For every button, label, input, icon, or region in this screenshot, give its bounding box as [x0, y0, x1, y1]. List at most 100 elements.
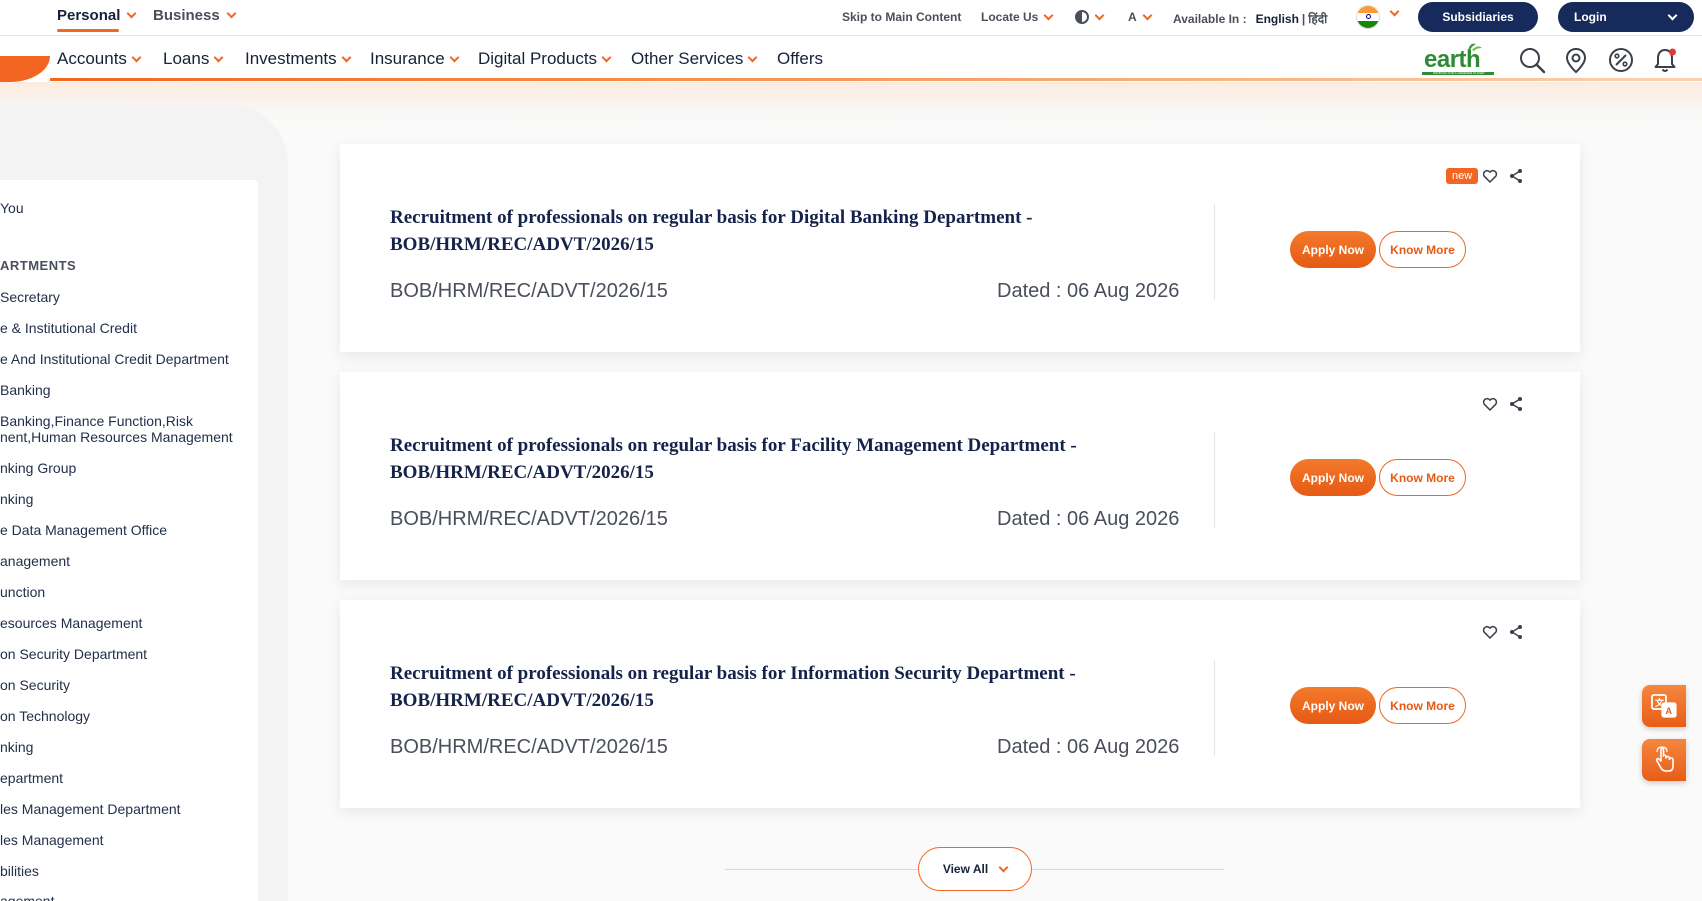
nav-item-investments[interactable]: Investments — [245, 49, 352, 69]
search-icon[interactable] — [1518, 46, 1546, 74]
translate-button[interactable]: 文 A — [1642, 685, 1686, 727]
earth-logo-tagline: BANKING FOR A GREENER PLANET — [1433, 71, 1485, 75]
nav-item-other-services[interactable]: Other Services — [631, 49, 758, 69]
sidebar-item[interactable]: anagement — [0, 553, 70, 569]
font-size-label: A — [1128, 10, 1137, 24]
sidebar-item[interactable]: You — [0, 200, 24, 216]
locate-us-dropdown[interactable]: Locate Us — [981, 10, 1054, 24]
sidebar-item[interactable]: on Technology — [0, 708, 90, 724]
sidebar-item[interactable]: les Management Department — [0, 801, 181, 817]
heart-icon[interactable] — [1482, 624, 1498, 640]
sidebar-item[interactable]: esources Management — [0, 615, 142, 631]
job-title[interactable]: Recruitment of professionals on regular … — [390, 660, 1150, 714]
job-title[interactable]: Recruitment of professionals on regular … — [390, 432, 1150, 486]
chevron-down-icon — [747, 52, 758, 62]
heart-icon[interactable] — [1482, 168, 1498, 184]
chevron-down-icon — [998, 862, 1009, 872]
apply-now-button[interactable]: Apply Now — [1290, 231, 1376, 268]
lang-separator: | — [1301, 11, 1306, 26]
sidebar-item[interactable]: nking — [0, 491, 33, 507]
segment-business-label: Business — [153, 7, 220, 24]
nav-item-label: Other Services — [631, 49, 744, 68]
sidebar-item[interactable]: e And Institutional Credit Department — [0, 351, 229, 367]
lang-hindi-link[interactable]: हिंदी — [1308, 10, 1327, 27]
sidebar-item[interactable]: Secretary — [0, 289, 60, 305]
card-divider — [1214, 204, 1215, 300]
sidebar-item[interactable]: agement — [0, 893, 54, 901]
sidebar-item[interactable]: nking — [0, 739, 33, 755]
job-date: Dated : 06 Aug 2026 — [997, 508, 1180, 530]
lang-english-link[interactable]: English — [1256, 12, 1299, 26]
chevron-down-icon — [1142, 10, 1153, 20]
nav-item-label: Loans — [163, 49, 210, 68]
sidebar-item[interactable]: nking Group — [0, 460, 76, 476]
nav-item-accounts[interactable]: Accounts — [57, 49, 142, 69]
sidebar-item[interactable]: bilities — [0, 863, 39, 879]
locate-us-label: Locate Us — [981, 10, 1039, 24]
nav-item-label: Insurance — [370, 49, 445, 68]
skip-to-main-label: Skip to Main Content — [842, 10, 962, 24]
chevron-down-icon — [213, 52, 224, 62]
sidebar-item[interactable]: unction — [0, 584, 45, 600]
touch-assist-button[interactable] — [1642, 739, 1686, 781]
share-icon[interactable] — [1509, 624, 1523, 640]
view-all-button[interactable]: View All — [918, 847, 1032, 891]
sidebar-item[interactable]: on Security Department — [0, 646, 147, 662]
chevron-down-icon — [1667, 10, 1678, 20]
svg-text:文: 文 — [1654, 697, 1665, 708]
nav-item-label: Digital Products — [478, 49, 598, 68]
percent-badge-icon[interactable] — [1607, 46, 1635, 74]
new-badge: new — [1446, 168, 1479, 184]
login-button[interactable]: Login — [1558, 2, 1694, 32]
know-more-button[interactable]: Know More — [1379, 231, 1466, 268]
share-icon[interactable] — [1509, 168, 1523, 184]
nav-item-loans[interactable]: Loans — [163, 49, 224, 69]
sidebar-section-heading: ARTMENTS — [0, 258, 77, 273]
job-date: Dated : 06 Aug 2026 — [997, 736, 1180, 758]
earth-logo[interactable]: earth BANKING FOR A GREENER PLANET — [1420, 40, 1496, 76]
sidebar-item[interactable]: e & Institutional Credit — [0, 320, 137, 336]
apply-now-button[interactable]: Apply Now — [1290, 687, 1376, 724]
sidebar-item[interactable]: epartment — [0, 770, 63, 786]
notification-dot — [1669, 48, 1676, 56]
sidebar-item[interactable]: on Security — [0, 677, 70, 693]
segment-personal[interactable]: Personal — [57, 7, 137, 32]
sidebar-item[interactable]: Banking — [0, 382, 51, 398]
chevron-down-icon — [126, 8, 137, 19]
nav-item-offers[interactable]: Offers — [777, 49, 823, 69]
hand-pointer-icon — [1655, 746, 1674, 772]
chevron-down-icon[interactable] — [1389, 6, 1400, 17]
location-pin-icon[interactable] — [1562, 46, 1590, 74]
nav-item-label: Investments — [245, 49, 337, 68]
view-all-label: View All — [942, 862, 989, 876]
chevron-down-icon — [449, 52, 460, 62]
heart-icon[interactable] — [1482, 396, 1498, 412]
know-more-button[interactable]: Know More — [1379, 459, 1466, 496]
india-flag-icon[interactable] — [1356, 5, 1380, 29]
contrast-toggle[interactable] — [1075, 10, 1105, 24]
job-reference: BOB/HRM/REC/ADVT/2026/15 — [390, 280, 668, 302]
job-reference: BOB/HRM/REC/ADVT/2026/15 — [390, 736, 668, 758]
share-icon[interactable] — [1509, 396, 1523, 412]
nav-item-label: Offers — [777, 49, 823, 68]
chevron-down-icon — [226, 8, 237, 19]
skip-to-main-link[interactable]: Skip to Main Content — [842, 10, 961, 24]
contrast-icon — [1075, 10, 1089, 24]
sidebar-item[interactable]: e Data Management Office — [0, 522, 167, 538]
utility-bar: Personal Business Skip to Main Content L… — [0, 0, 1702, 36]
job-card: new Recruitment of professionals on regu… — [340, 144, 1580, 352]
segment-business[interactable]: Business — [153, 7, 237, 24]
nav-item-insurance[interactable]: Insurance — [370, 49, 460, 69]
chevron-down-icon — [1043, 10, 1054, 20]
subsidiaries-button[interactable]: Subsidiaries — [1418, 2, 1538, 32]
sidebar-item[interactable]: nent,Human Resources Management — [0, 429, 233, 445]
nav-item-digital-products[interactable]: Digital Products — [478, 49, 612, 69]
bell-icon[interactable] — [1651, 46, 1679, 74]
apply-now-button[interactable]: Apply Now — [1290, 459, 1376, 496]
sidebar-item[interactable]: Banking,Finance Function,Risk — [0, 413, 193, 429]
know-more-button[interactable]: Know More — [1379, 687, 1466, 724]
sidebar-item[interactable]: les Management — [0, 832, 104, 848]
job-title[interactable]: Recruitment of professionals on regular … — [390, 204, 1150, 258]
font-size-dropdown[interactable]: A — [1128, 10, 1153, 24]
chevron-down-icon — [1094, 10, 1105, 20]
